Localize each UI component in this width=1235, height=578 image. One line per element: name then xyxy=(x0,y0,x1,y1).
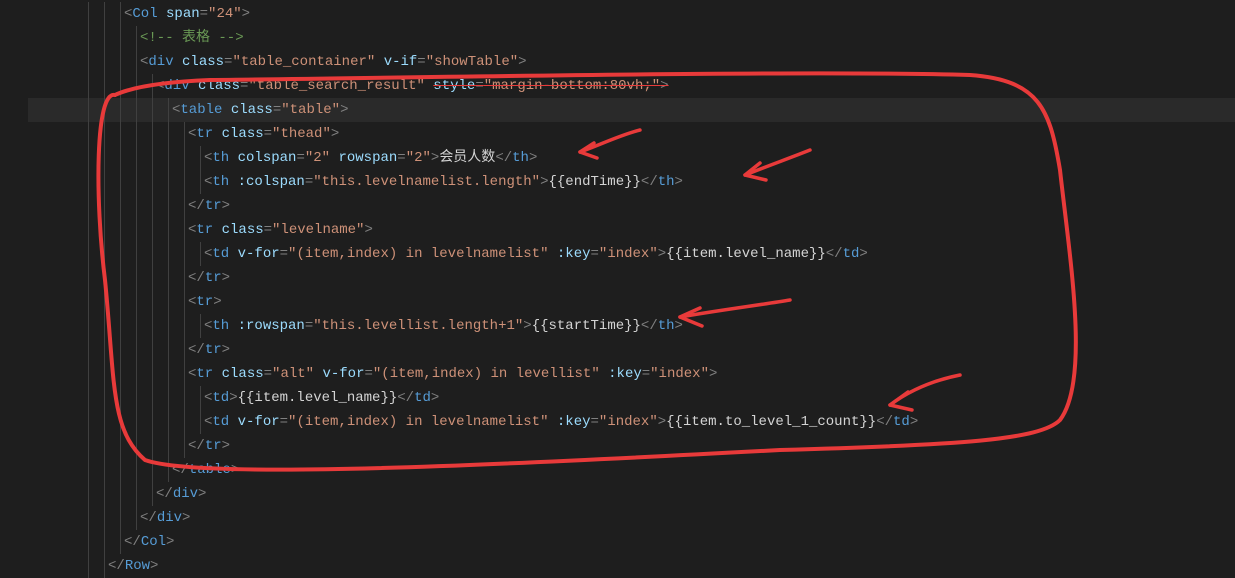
code-line[interactable]: <div class="table_search_result" style="… xyxy=(28,74,1235,98)
code-line[interactable]: </Row> xyxy=(28,554,1235,578)
code-line[interactable]: <th :rowspan="this.levellist.length+1">{… xyxy=(28,314,1235,338)
code-line[interactable]: </table> xyxy=(28,458,1235,482)
code-line[interactable]: <th :colspan="this.levelnamelist.length"… xyxy=(28,170,1235,194)
code-line[interactable]: <tr class="levelname"> xyxy=(28,218,1235,242)
code-line[interactable]: <!-- 表格 --> xyxy=(28,26,1235,50)
code-line[interactable]: </tr> xyxy=(28,266,1235,290)
code-line[interactable]: </div> xyxy=(28,482,1235,506)
code-line[interactable]: <tr class="thead"> xyxy=(28,122,1235,146)
code-line[interactable]: <th colspan="2" rowspan="2">会员人数</th> xyxy=(28,146,1235,170)
code-line[interactable]: </Col> xyxy=(28,530,1235,554)
code-line[interactable]: </tr> xyxy=(28,194,1235,218)
code-line[interactable]: <td v-for="(item,index) in levelnamelist… xyxy=(28,242,1235,266)
code-line[interactable]: </div> xyxy=(28,506,1235,530)
code-editor[interactable]: <Col span="24"> <!-- 表格 --> <div class="… xyxy=(0,0,1235,578)
code-line[interactable]: <table class="table"> xyxy=(28,98,1235,122)
code-line[interactable]: <div class="table_container" v-if="showT… xyxy=(28,50,1235,74)
code-line[interactable]: <tr class="alt" v-for="(item,index) in l… xyxy=(28,362,1235,386)
code-line[interactable]: <td>{{item.level_name}}</td> xyxy=(28,386,1235,410)
code-line[interactable]: <Col span="24"> xyxy=(28,2,1235,26)
code-line[interactable]: </tr> xyxy=(28,338,1235,362)
code-line[interactable]: <tr> xyxy=(28,290,1235,314)
code-line[interactable]: </tr> xyxy=(28,434,1235,458)
code-line[interactable]: <td v-for="(item,index) in levelnamelist… xyxy=(28,410,1235,434)
